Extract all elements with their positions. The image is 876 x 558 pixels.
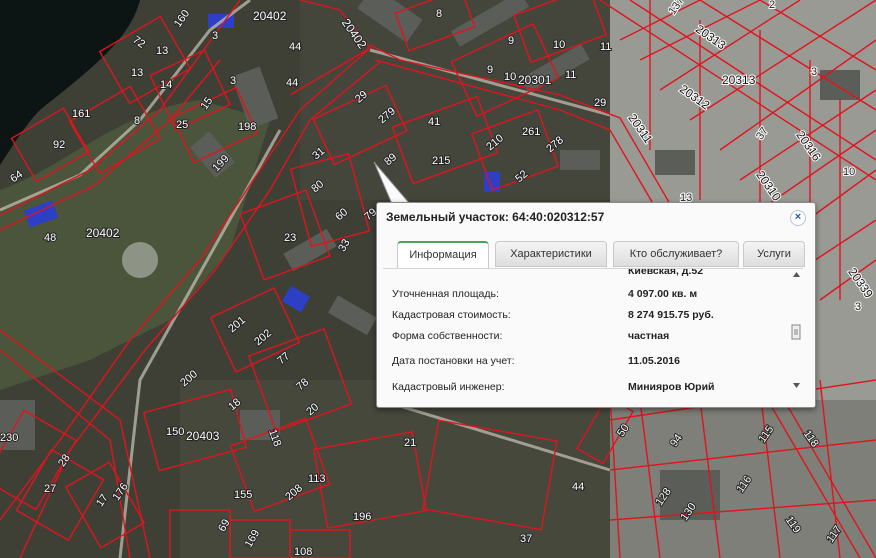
popup-info-panel[interactable]: Киевская, д.52 Уточненная площадь: 4 097… [383, 268, 803, 395]
parcel-label: 11 [600, 41, 611, 53]
parcel-label: 150 [166, 426, 184, 438]
info-row: Форма собственности: частная [392, 330, 792, 346]
parcel-label: 155 [234, 489, 252, 501]
parcel-label: 44 [289, 41, 301, 53]
info-value: Минияров Юрий [628, 381, 715, 393]
scroll-up-arrow-icon[interactable] [793, 272, 800, 277]
parcel-label: 9 [508, 35, 514, 47]
parcel-label: 23 [284, 232, 296, 244]
parcel-label: 3 [212, 30, 218, 42]
info-row: Кадастровая стоимость: 8 274 915.75 руб. [392, 309, 792, 325]
parcel-label: 8 [436, 8, 442, 20]
scrollbar-track [791, 272, 801, 388]
block-label: 20402 [86, 226, 120, 240]
parcel-label: 215 [432, 155, 450, 167]
info-key: Уточненная площадь: [392, 288, 499, 300]
block-label: 20403 [186, 429, 220, 443]
parcel-label: 21 [404, 437, 416, 449]
info-row: Уточненная площадь: 4 097.00 кв. м [392, 288, 792, 304]
popup-scrollbar[interactable] [791, 269, 802, 395]
parcel-label: 11 [565, 69, 576, 81]
info-value: 8 274 915.75 руб. [628, 309, 714, 321]
info-key: Кадастровая стоимость: [392, 309, 511, 321]
parcel-label: 198 [238, 121, 256, 133]
parcel-label: 8 [134, 115, 140, 127]
block-label: 20301 [518, 73, 552, 87]
info-key: Кадастровый инженер: [392, 381, 505, 393]
parcel-label: 3 [855, 301, 861, 313]
parcel-label: 10 [553, 39, 565, 51]
popup-title: Земельный участок: 64:40:020312:57 [386, 210, 605, 224]
info-value: 11.05.2016 [628, 355, 680, 367]
block-label: 20402 [253, 9, 287, 23]
parcel-label: 13 [156, 45, 168, 57]
parcel-label: 48 [44, 232, 56, 244]
info-value: частная [628, 330, 670, 342]
parcel-label: 230 [0, 432, 18, 444]
parcel-label: 9 [487, 64, 493, 76]
parcel-label: 44 [572, 481, 584, 493]
parcel-label: 3 [230, 75, 236, 87]
parcel-label: 3 [811, 66, 817, 78]
tab-information[interactable]: Информация [397, 241, 489, 269]
info-key: Дата постановки на учет: [392, 355, 515, 367]
parcel-label: 196 [353, 511, 371, 523]
parcel-label: 10 [504, 71, 516, 83]
scroll-down-arrow-icon[interactable] [793, 383, 800, 388]
parcel-label: 27 [44, 483, 56, 495]
parcel-label: 108 [294, 546, 312, 558]
parcel-label: 13 [131, 67, 143, 79]
parcel-label: 261 [522, 126, 540, 138]
tab-characteristics[interactable]: Характеристики [495, 241, 607, 267]
info-value: 4 097.00 кв. м [628, 288, 698, 300]
info-row: Кадастровый инженер: Минияров Юрий [392, 381, 792, 395]
info-key: Форма собственности: [392, 330, 503, 342]
parcel-label: 37 [520, 533, 532, 545]
info-row-address: Киевская, д.52 [392, 268, 792, 281]
parcel-label: 41 [428, 116, 440, 128]
close-icon[interactable]: × [790, 210, 806, 226]
info-row: Дата постановки на учет: 11.05.2016 [392, 355, 792, 371]
parcel-label: 25 [176, 119, 188, 131]
parcel-label: 113 [308, 473, 326, 485]
parcel-label: 2 [769, 0, 775, 11]
parcel-label: 29 [594, 97, 606, 109]
parcel-label: 92 [53, 139, 65, 151]
block-label: 20313 [722, 73, 756, 87]
parcel-info-popup: Земельный участок: 64:40:020312:57 × Инф… [376, 202, 816, 408]
parcel-label: 10 [843, 166, 855, 178]
parcel-label: 14 [160, 79, 172, 91]
parcel-label: 161 [72, 108, 90, 120]
tab-services[interactable]: Услуги [743, 241, 805, 267]
tab-who-serves[interactable]: Кто обслуживает? [613, 241, 739, 267]
address-value: Киевская, д.52 [628, 268, 704, 277]
parcel-label: 44 [286, 77, 298, 89]
